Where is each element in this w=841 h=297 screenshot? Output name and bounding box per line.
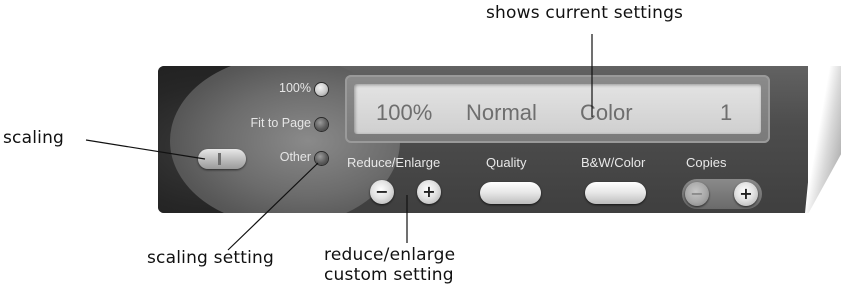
plus-icon: + xyxy=(422,182,436,201)
display-screen: 100% Normal Color 1 xyxy=(354,84,761,134)
quality-label: Quality xyxy=(486,155,527,170)
enlarge-button[interactable]: + xyxy=(417,180,441,204)
scaling-option-fit-radio[interactable] xyxy=(315,118,328,131)
callout-scaling-setting: scaling setting xyxy=(147,248,274,268)
scaling-option-100-radio[interactable] xyxy=(315,83,328,96)
bw-color-button[interactable] xyxy=(585,182,646,204)
callout-reduce-line2: custom setting xyxy=(324,265,454,285)
settings-display: 100% Normal Color 1 xyxy=(345,75,770,143)
quality-button[interactable] xyxy=(480,182,541,204)
copies-decrease-button[interactable]: − xyxy=(685,182,709,206)
display-color-value: Color xyxy=(580,100,633,125)
scaling-option-label-fit: Fit to Page xyxy=(250,116,311,130)
callout-reduce-line1: reduce/enlarge xyxy=(324,245,456,265)
minus-icon: − xyxy=(690,184,704,203)
plus-icon: + xyxy=(739,184,753,203)
callout-scaling: scaling xyxy=(3,128,65,148)
scaling-option-other-radio[interactable] xyxy=(315,152,328,165)
scaling-button[interactable] xyxy=(198,149,246,169)
minus-icon: − xyxy=(375,182,389,201)
scaling-option-label-100: 100% xyxy=(279,81,311,95)
reduce-enlarge-label: Reduce/Enlarge xyxy=(347,155,441,170)
scaling-option-label-other: Other xyxy=(279,150,311,164)
reduce-button[interactable]: − xyxy=(370,180,394,204)
display-quality-value: Normal xyxy=(466,100,537,125)
display-scale-value: 100% xyxy=(376,100,433,125)
callout-shows-current-settings: shows current settings xyxy=(486,3,684,23)
scaling-button-notch xyxy=(218,153,221,165)
callout-reduce-enlarge: reduce/enlarge custom setting xyxy=(324,245,455,285)
copies-label: Copies xyxy=(686,155,727,170)
display-copies-value: 1 xyxy=(720,100,733,125)
panel-right-edge xyxy=(805,66,841,213)
copies-increase-button[interactable]: + xyxy=(734,182,758,206)
bw-color-label: B&W/Color xyxy=(581,155,646,170)
